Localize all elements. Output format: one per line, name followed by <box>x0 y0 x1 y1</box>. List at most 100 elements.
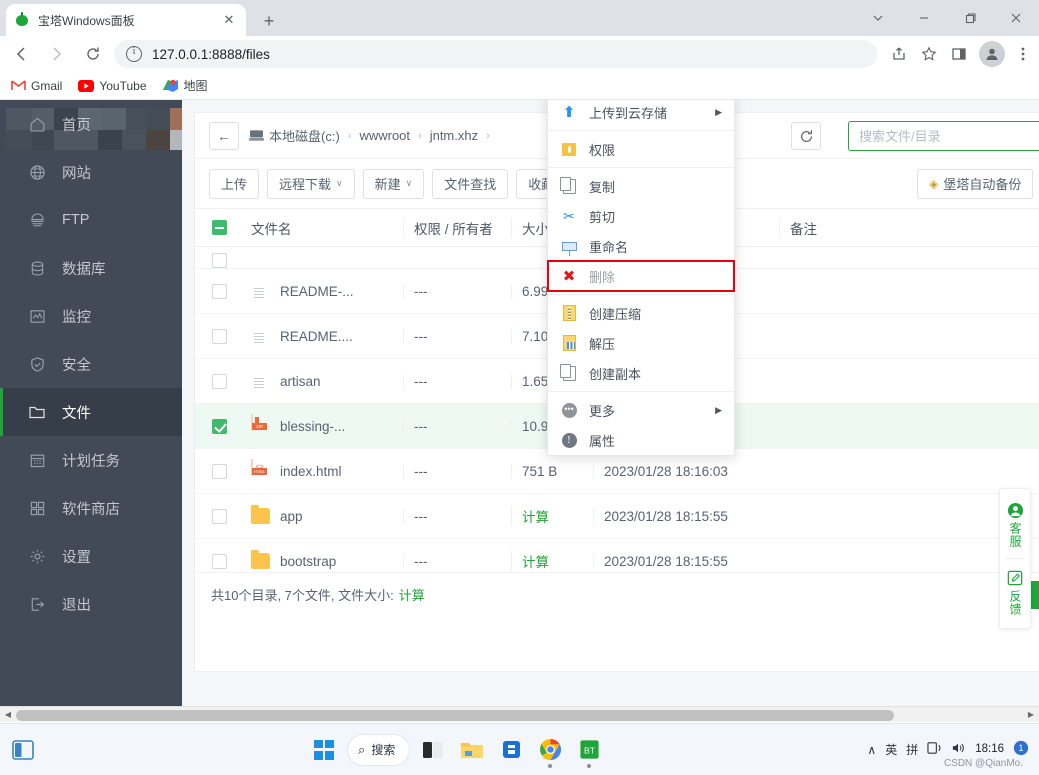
ctx-delete[interactable]: ✖ 删除 <box>547 260 735 292</box>
page-horizontal-scrollbar[interactable]: ◀ ▶ <box>0 706 1039 722</box>
scroll-right-arrow-icon[interactable]: ▶ <box>1025 709 1037 721</box>
minimize-button[interactable] <box>901 0 947 36</box>
row-name-cell[interactable]: bootstrap <box>243 550 403 572</box>
file-explorer-icon[interactable] <box>457 735 487 765</box>
reload-button[interactable] <box>78 39 108 69</box>
ctx-more[interactable]: ••• 更多 ▶ <box>548 395 734 425</box>
summary-calc-link[interactable]: 计算 <box>399 585 425 604</box>
network-icon[interactable] <box>927 741 942 758</box>
row-checkbox[interactable] <box>211 373 227 389</box>
tab-search-chevron-icon[interactable] <box>855 0 901 36</box>
taskbar-widgets-button[interactable] <box>0 739 46 760</box>
taskbar-search[interactable]: ⌕ 搜索 <box>348 734 410 765</box>
row-checkbox-cell[interactable] <box>195 418 243 434</box>
row-name-cell[interactable]: app <box>243 505 403 527</box>
ctx-upload-to-cloud[interactable]: ⬆ 上传到云存储 ▶ <box>548 100 734 127</box>
ctx-properties[interactable]: ! 属性 <box>548 425 734 455</box>
row-checkbox-cell[interactable] <box>195 463 243 479</box>
tray-expand-icon[interactable]: ∧ <box>867 743 876 757</box>
th-note[interactable]: 备注 <box>779 217 869 238</box>
row-name-cell[interactable]: ZIP blessing-... <box>243 414 403 437</box>
back-button[interactable] <box>6 39 36 69</box>
sidebar-item-settings[interactable]: 设置 <box>0 532 182 580</box>
taskbar-clock[interactable]: 18:16 <box>975 743 1004 756</box>
select-all-checkbox[interactable] <box>211 220 227 235</box>
breadcrumb-item[interactable]: wwwroot <box>359 128 410 143</box>
row-name-cell[interactable]: <>HTML index.html <box>243 459 403 482</box>
forward-button[interactable] <box>42 39 72 69</box>
auto-backup-button[interactable]: ◈ 堡塔自动备份 <box>917 168 1034 199</box>
table-row[interactable]: bootstrap --- 计算 2023/01/28 18:15:55 <box>195 539 1039 572</box>
row-checkbox-cell[interactable] <box>195 283 243 299</box>
bookmark-star-icon[interactable] <box>915 40 943 68</box>
maximize-button[interactable] <box>947 0 993 36</box>
volume-icon[interactable] <box>951 741 966 758</box>
new-tab-button[interactable]: + <box>255 8 283 36</box>
row-checkbox[interactable] <box>211 553 227 569</box>
row-checkbox[interactable] <box>211 328 227 344</box>
tab-close-icon[interactable]: ✕ <box>220 11 238 29</box>
search-input[interactable] <box>859 128 1039 144</box>
bookmark-youtube[interactable]: YouTube <box>78 78 147 94</box>
row-name-cell[interactable]: artisan <box>243 370 403 392</box>
ctx-duplicate[interactable]: 创建副本 <box>548 358 734 388</box>
remote-download-button[interactable]: 远程下载 ∨ <box>267 168 355 199</box>
sidebar-item-home[interactable]: 首页 <box>0 100 182 148</box>
row-checkbox[interactable] <box>211 463 227 479</box>
bookmark-gmail[interactable]: Gmail <box>10 78 62 94</box>
profile-avatar[interactable] <box>979 41 1005 67</box>
close-window-button[interactable] <box>993 0 1039 36</box>
search-box[interactable] <box>848 121 1039 151</box>
row-checkbox-cell[interactable] <box>195 508 243 524</box>
sidebar-item-security[interactable]: 安全 <box>0 340 182 388</box>
customer-service-button[interactable]: 客服 <box>1000 497 1030 552</box>
start-button[interactable] <box>309 735 339 765</box>
ctx-create-archive[interactable]: 创建压缩 <box>548 298 734 328</box>
row-name-cell[interactable]: README-... <box>243 280 403 302</box>
bt-panel-taskbar-icon[interactable]: BT <box>574 735 604 768</box>
ime-mode-indicator[interactable]: 拼 <box>906 741 918 758</box>
sidebar-item-monitor[interactable]: 监控 <box>0 292 182 340</box>
ime-language-indicator[interactable]: 英 <box>885 741 897 758</box>
path-back-button[interactable]: ← <box>209 121 239 150</box>
sidebar-item-appstore[interactable]: 软件商店 <box>0 484 182 532</box>
sidebar-item-website[interactable]: 网站 <box>0 148 182 196</box>
ctx-cut[interactable]: ✂ 剪切 <box>548 201 734 231</box>
table-row[interactable]: app --- 计算 2023/01/28 18:15:55 <box>195 494 1039 539</box>
feedback-button[interactable]: 反馈 <box>1000 565 1030 620</box>
chrome-menu-icon[interactable] <box>1009 40 1037 68</box>
row-checkbox[interactable] <box>211 508 227 524</box>
ctx-permission[interactable]: 权限 <box>548 134 734 164</box>
sidebar-item-ftp[interactable]: FTP <box>0 196 182 244</box>
row-checkbox-cell[interactable] <box>195 253 243 268</box>
microsoft-store-icon[interactable] <box>496 735 526 765</box>
refresh-button[interactable] <box>791 122 821 150</box>
sidebar-item-logout[interactable]: 退出 <box>0 580 182 628</box>
ctx-rename[interactable]: 重命名 <box>548 231 734 261</box>
share-icon[interactable] <box>885 40 913 68</box>
taskview-icon[interactable] <box>418 735 448 765</box>
sidepanel-icon[interactable] <box>945 40 973 68</box>
row-name-cell[interactable]: README.... <box>243 325 403 347</box>
row-checkbox[interactable] <box>211 418 227 434</box>
ctx-copy[interactable]: 复制 <box>548 171 734 201</box>
chrome-taskbar-icon[interactable] <box>535 735 565 768</box>
breadcrumb-item[interactable]: jntm.xhz <box>430 128 478 143</box>
breadcrumb-disk[interactable]: 本地磁盘(c:) <box>249 126 340 145</box>
scroll-left-arrow-icon[interactable]: ◀ <box>2 709 14 721</box>
row-size-cell[interactable]: 计算 <box>511 506 593 526</box>
ctx-extract[interactable]: 解压 <box>548 328 734 358</box>
row-checkbox-cell[interactable] <box>195 373 243 389</box>
upload-button[interactable]: 上传 <box>209 168 260 199</box>
row-size-cell[interactable]: 计算 <box>511 551 593 571</box>
th-filename[interactable]: 文件名 <box>243 218 403 238</box>
bookmark-maps[interactable]: 地图 <box>163 77 208 94</box>
notification-badge[interactable]: 1 <box>1013 740 1029 759</box>
select-all-cell[interactable] <box>195 220 243 235</box>
address-bar[interactable]: 127.0.0.1:8888/files <box>114 40 877 68</box>
sidebar-item-files[interactable]: 文件 <box>0 388 182 436</box>
th-permission[interactable]: 权限 / 所有者 <box>403 217 511 238</box>
sidebar-item-crontab[interactable]: 计划任务 <box>0 436 182 484</box>
sidebar-item-database[interactable]: 数据库 <box>0 244 182 292</box>
row-checkbox[interactable] <box>211 283 227 299</box>
